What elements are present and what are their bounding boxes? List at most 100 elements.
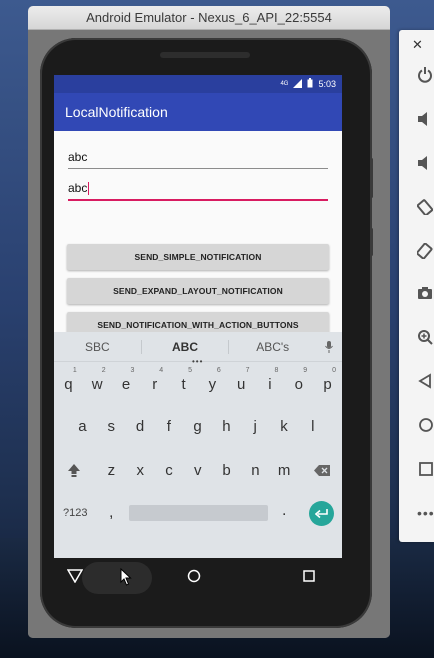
back-triangle-icon [66, 568, 84, 583]
power-button [370, 228, 373, 256]
key-label: u [237, 375, 246, 393]
comma-key[interactable]: , [109, 504, 113, 522]
key-p[interactable]: p0 [313, 364, 342, 404]
key-label: i [268, 375, 272, 393]
key-d[interactable]: d [126, 406, 155, 446]
key-x[interactable]: x [126, 450, 155, 490]
key-u[interactable]: u7 [227, 364, 256, 404]
key-number-hint: 0 [332, 367, 336, 374]
key-h[interactable]: h [212, 406, 241, 446]
key-q[interactable]: q1 [54, 364, 83, 404]
key-f[interactable]: f [154, 406, 183, 446]
key-number-hint: 9 [303, 367, 308, 374]
enter-key[interactable] [309, 501, 334, 526]
key-y[interactable]: y6 [198, 364, 227, 404]
volume-button [370, 158, 373, 198]
symbols-key[interactable]: ?123 [63, 507, 87, 519]
zoom-icon[interactable] [399, 322, 434, 352]
network-label: 4G [280, 81, 289, 87]
status-bar: 4G 5:03 [54, 75, 342, 93]
send-simple-notification-button[interactable]: SEND_SIMPLE_NOTIFICATION [67, 244, 329, 270]
key-label: y [208, 375, 217, 393]
recents-square-icon [303, 570, 315, 582]
emulator-window: Android Emulator - Nexus_6_API_22:5554 4… [28, 6, 390, 638]
suggestion-1[interactable]: SBC [54, 339, 142, 354]
close-icon[interactable]: ✕ [399, 30, 434, 60]
shift-key[interactable] [60, 450, 89, 490]
key-m[interactable]: m [270, 450, 299, 490]
app-title: LocalNotification [65, 104, 168, 120]
battery-icon [307, 78, 313, 90]
power-icon[interactable] [399, 60, 434, 90]
key-n[interactable]: n [241, 450, 270, 490]
emulator-body: 4G 5:03 LocalNotification abc abc SEND_S… [28, 30, 390, 638]
window-title[interactable]: Android Emulator - Nexus_6_API_22:5554 [28, 6, 390, 30]
soft-keyboard: SBC ABC ABC's ••• q1w2e3r4t5y6u7i8o9p0 a… [54, 332, 342, 558]
key-number-hint: 3 [130, 367, 135, 374]
key-number-hint: 5 [188, 367, 192, 374]
back-button[interactable] [66, 568, 84, 588]
nav-bar [54, 558, 342, 598]
recents-button[interactable] [303, 569, 315, 587]
text-field-1-value: abc [68, 150, 88, 164]
key-label: t [181, 375, 186, 393]
key-a[interactable]: a [68, 406, 97, 446]
key-j[interactable]: j [241, 406, 270, 446]
key-w[interactable]: w2 [83, 364, 112, 404]
volume-down-icon[interactable] [399, 148, 434, 178]
text-field-2-value: abc [68, 181, 88, 195]
rotate-right-icon[interactable] [399, 236, 434, 266]
key-c[interactable]: c [155, 450, 184, 490]
key-s[interactable]: s [97, 406, 126, 446]
text-cursor [88, 182, 90, 195]
app-bar: LocalNotification [54, 93, 342, 131]
key-label: p [323, 375, 332, 393]
back-button-highlight [82, 562, 152, 594]
key-number-hint: 4 [159, 367, 164, 374]
send-expand-layout-notification-button[interactable]: SEND_EXPAND_LAYOUT_NOTIFICATION [67, 278, 329, 304]
home-icon[interactable] [399, 410, 434, 440]
back-icon[interactable] [399, 366, 434, 396]
key-label: q [64, 375, 73, 393]
key-g[interactable]: g [183, 406, 212, 446]
suggestion-2[interactable]: ABC [142, 339, 230, 354]
key-number-hint: 7 [245, 367, 250, 374]
emulator-side-panel: ✕ ••• [399, 30, 434, 542]
key-label: r [152, 375, 158, 393]
key-r[interactable]: r4 [140, 364, 169, 404]
key-i[interactable]: i8 [256, 364, 285, 404]
clock: 5:03 [318, 79, 336, 89]
key-z[interactable]: z [97, 450, 126, 490]
text-field-2[interactable]: abc [68, 175, 328, 201]
key-number-hint: 2 [101, 367, 106, 374]
volume-up-icon[interactable] [399, 104, 434, 134]
key-number-hint: 1 [72, 367, 77, 374]
more-options-icon[interactable]: ••• [399, 498, 434, 528]
mouse-cursor [120, 567, 132, 591]
suggestion-3[interactable]: ABC's [229, 340, 316, 354]
key-t[interactable]: t5 [169, 364, 198, 404]
space-key[interactable] [129, 505, 268, 521]
key-v[interactable]: v [183, 450, 212, 490]
key-label: o [294, 375, 303, 393]
key-k[interactable]: k [270, 406, 299, 446]
home-button[interactable] [187, 569, 201, 588]
key-number-hint: 8 [274, 367, 279, 374]
key-b[interactable]: b [212, 450, 241, 490]
backspace-key[interactable] [308, 450, 337, 490]
text-field-1[interactable]: abc [68, 143, 328, 169]
key-e[interactable]: e3 [112, 364, 141, 404]
key-o[interactable]: o9 [284, 364, 313, 404]
phone-frame: 4G 5:03 LocalNotification abc abc SEND_S… [40, 38, 373, 628]
device-screen: 4G 5:03 LocalNotification abc abc SEND_S… [54, 75, 342, 558]
rotate-left-icon[interactable] [399, 192, 434, 222]
signal-icon [293, 78, 303, 90]
key-l[interactable]: l [298, 406, 327, 446]
overview-icon[interactable] [399, 454, 434, 484]
microphone-icon[interactable] [316, 340, 342, 353]
key-label: w [91, 375, 103, 393]
home-circle-icon [187, 569, 201, 582]
phone-speaker [160, 52, 250, 58]
camera-icon[interactable] [399, 278, 434, 308]
period-key[interactable]: . [282, 502, 286, 520]
